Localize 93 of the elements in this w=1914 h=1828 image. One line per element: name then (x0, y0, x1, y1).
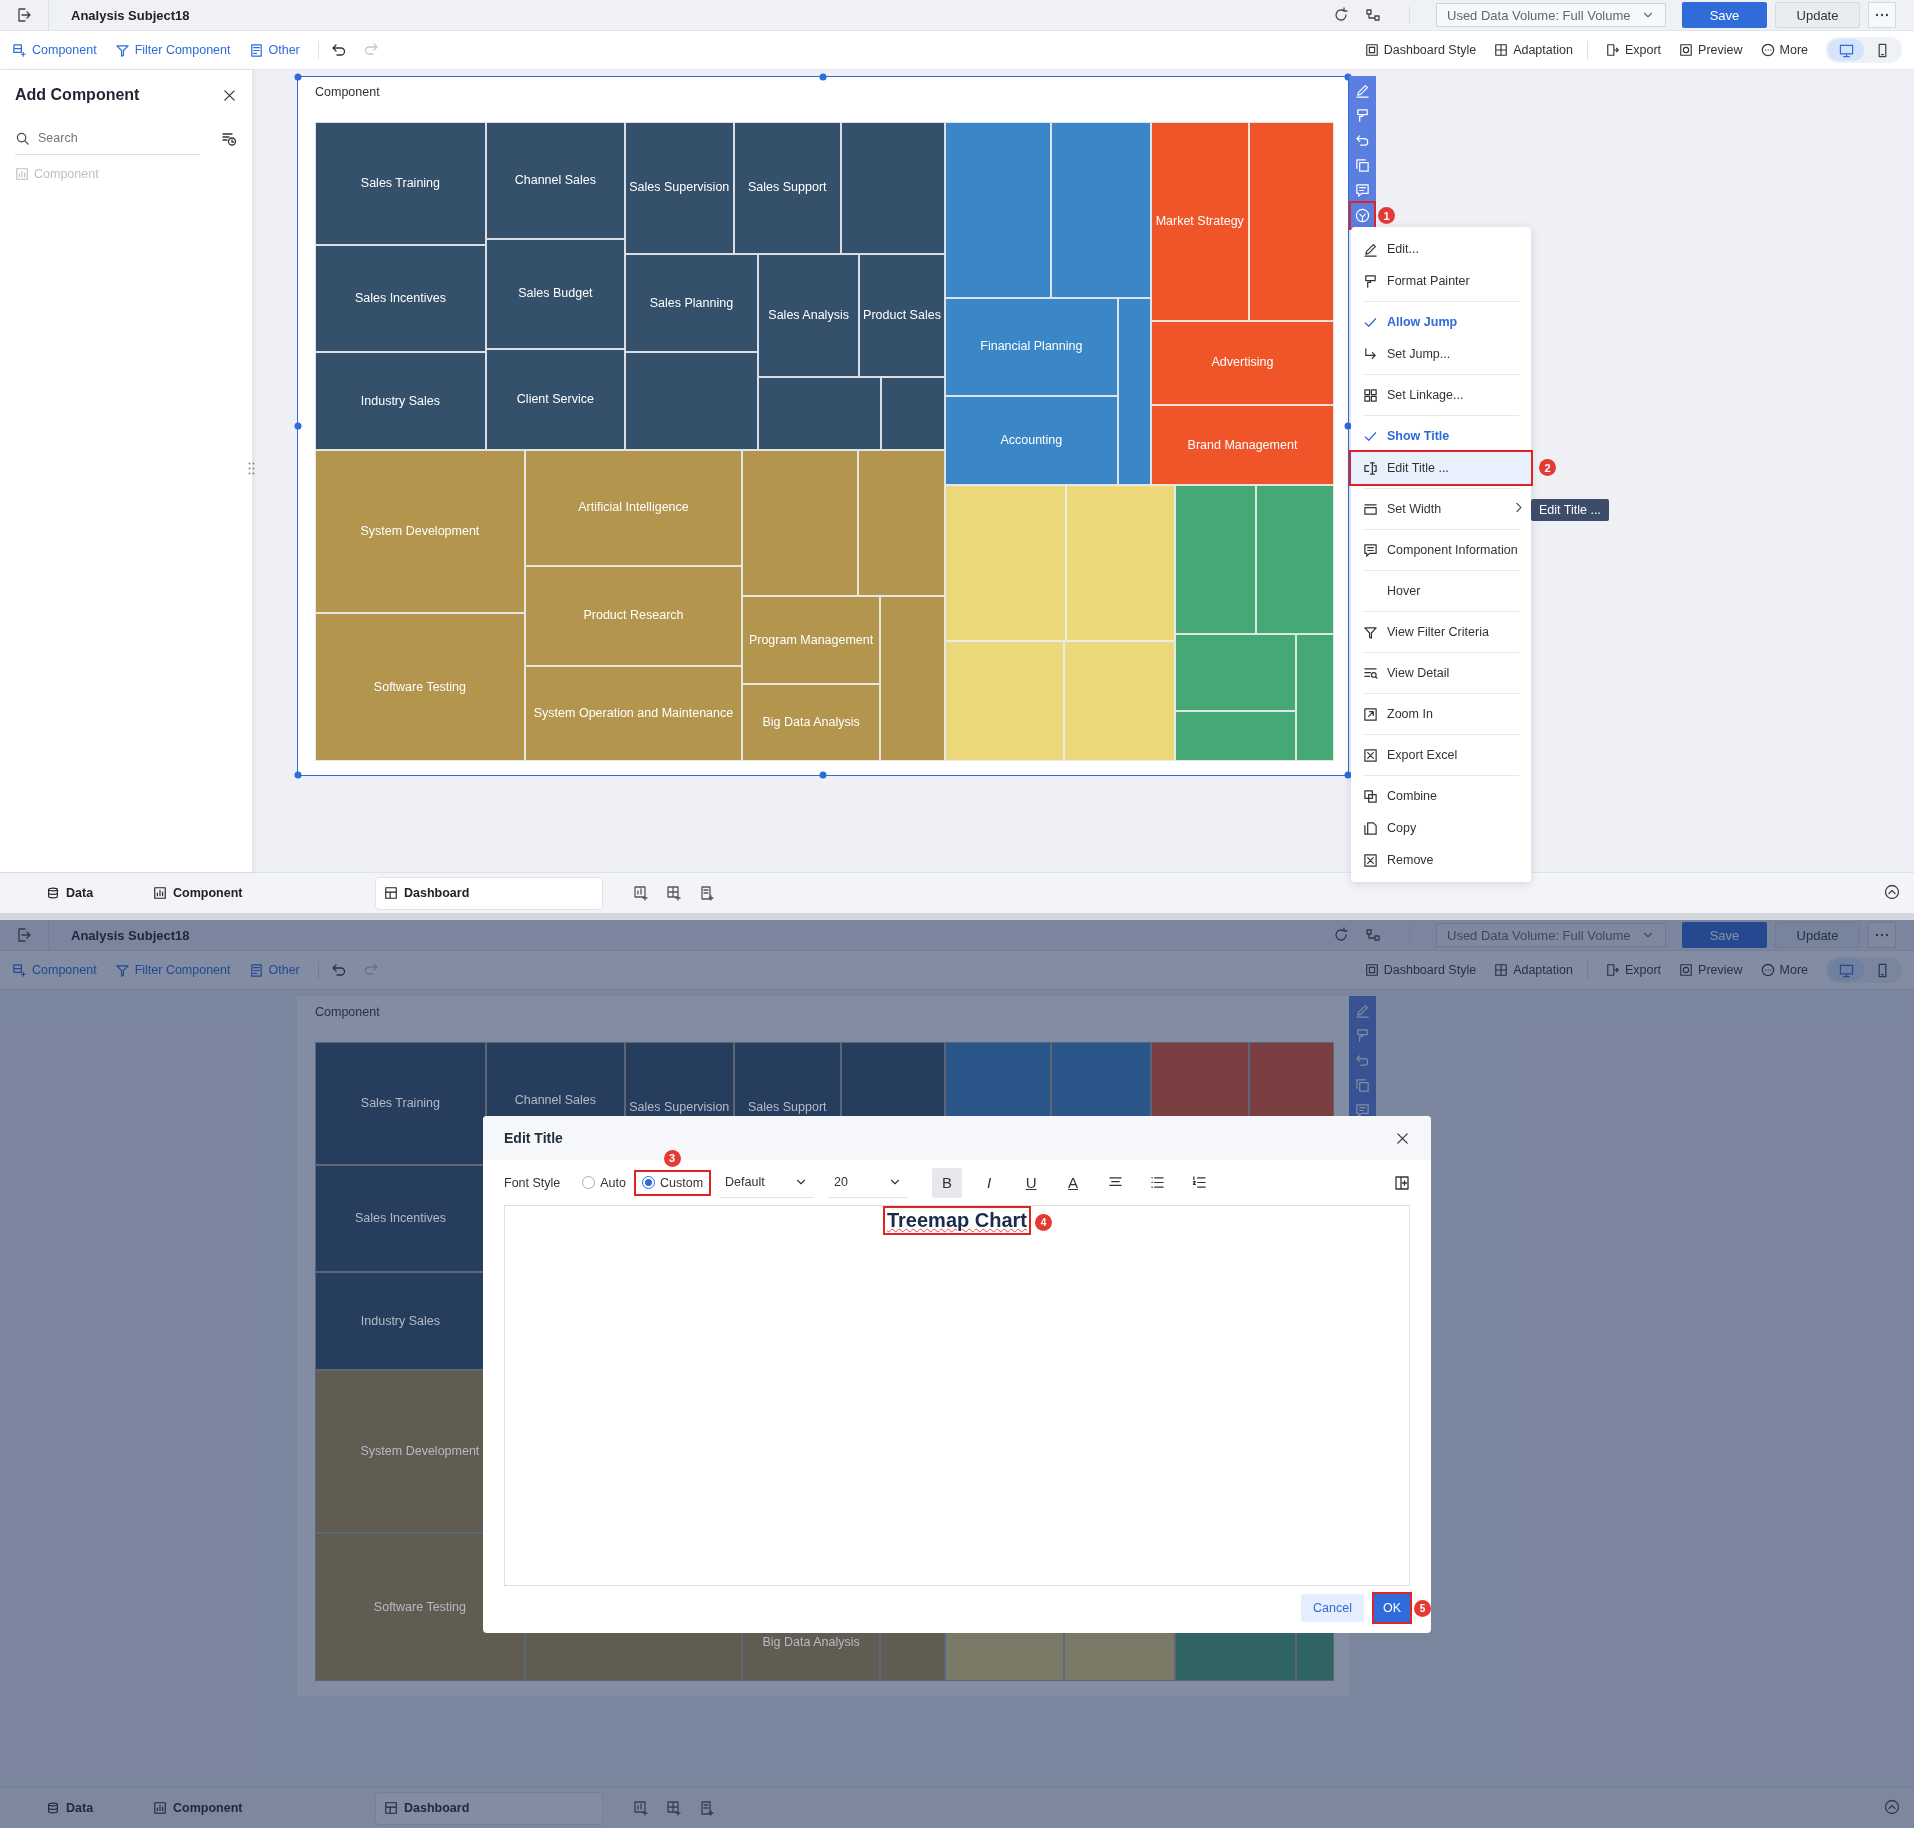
font-dropdown[interactable]: Default (719, 1167, 815, 1198)
tile-label: Artificial Intelligence (578, 500, 689, 516)
tile-label: Big Data Analysis (762, 715, 860, 731)
menu-item[interactable]: View Filter Criteria (1351, 616, 1531, 648)
cancel-button[interactable]: Cancel (1301, 1594, 1364, 1622)
bottom-tab[interactable]: Dashboard (375, 876, 603, 910)
toolbar-button[interactable]: More (1760, 43, 1808, 57)
size-dropdown[interactable]: 20 (828, 1167, 909, 1198)
radio-option[interactable]: Auto (576, 1171, 632, 1194)
tile-label: Client Service (516, 391, 594, 407)
tile-label: Sales Training (360, 1096, 441, 1112)
toolbar-button[interactable]: Filter Component (114, 42, 231, 58)
tile-label: Sales Incentives (354, 291, 446, 307)
toolbar-button[interactable]: Export (1605, 963, 1662, 977)
menu-item[interactable]: View Detail (1351, 657, 1531, 689)
tile-label: Sales Supervision (629, 1100, 730, 1116)
bottom-tab[interactable]: Data (46, 876, 153, 910)
tile-label: Industry Sales (360, 393, 441, 409)
step-badge: 2 (1539, 459, 1556, 476)
bottom-tab[interactable]: Data (46, 1791, 153, 1825)
menu-item[interactable]: Set Jump... (1351, 338, 1531, 370)
bottom-tab[interactable]: Dashboard (375, 1791, 603, 1825)
tile-label: System Operation and Maintenance (533, 705, 734, 721)
toolbar-button[interactable]: Adaptation (1494, 963, 1573, 977)
menu-item[interactable]: Allow Jump (1351, 306, 1531, 338)
menu-item[interactable]: Hover (1351, 575, 1531, 607)
menu-item[interactable]: Combine (1351, 780, 1531, 812)
toolbar-button[interactable]: Preview (1679, 963, 1743, 977)
tile-label: System Development (360, 1444, 480, 1460)
tile-label: Sales Support (748, 180, 827, 196)
format-button[interactable]: U (1016, 1167, 1047, 1198)
toolbar-button[interactable]: More (1760, 963, 1808, 977)
toolbar-button[interactable]: Dashboard Style (1364, 963, 1477, 977)
search-field[interactable]: Search (36, 130, 190, 146)
app-title: Analysis Subject18 (71, 7, 190, 23)
tile-label: Channel Sales (514, 173, 597, 189)
tile-label: Software Testing (373, 1599, 467, 1615)
format-button[interactable]: A (1058, 1167, 1089, 1198)
format-button[interactable]: B (932, 1167, 963, 1198)
menu-item[interactable]: Export Excel (1351, 739, 1531, 771)
toolbar-button[interactable]: Adaptation (1494, 43, 1573, 57)
toolbar-button[interactable]: Preview (1679, 43, 1743, 57)
tile-label: Product Research (583, 608, 684, 624)
tile-label: Financial Planning (980, 339, 1083, 355)
tile-label: Brand Management (1187, 437, 1298, 453)
tile-label: Accounting (1000, 433, 1063, 449)
update-button[interactable]: Update (1775, 922, 1860, 948)
title-editor[interactable]: Treemap Chart 4 (504, 1205, 1410, 1586)
tile-label: Software Testing (373, 679, 467, 695)
menu-item[interactable]: Format Painter (1351, 265, 1531, 297)
app-title: Analysis Subject18 (71, 927, 190, 943)
menu-item[interactable]: Show Title (1351, 420, 1531, 452)
tile-label: Sales Budget (518, 286, 593, 302)
tile-label: System Development (360, 524, 480, 540)
menu-item[interactable]: Set Width (1351, 493, 1531, 525)
menu-item[interactable]: Remove (1351, 844, 1531, 876)
save-button[interactable]: Save (1682, 2, 1767, 28)
toolbar-button[interactable]: Other (248, 42, 300, 58)
bottom-tab[interactable]: Component (153, 1791, 375, 1825)
tile-label: Market Strategy (1155, 213, 1244, 229)
step-badge: 1 (1378, 207, 1395, 224)
tile-label: Sales Incentives (354, 1211, 446, 1227)
field-label: Font Style (504, 1175, 561, 1190)
step-badge: 5 (1414, 1600, 1431, 1617)
tile-label: Product Sales (863, 307, 941, 323)
tile-label: Sales Support (748, 1100, 827, 1116)
menu-item[interactable]: Set Linkage... (1351, 379, 1531, 411)
dialog-title: Edit Title (504, 1130, 563, 1146)
panel-title: Add Component (15, 86, 140, 104)
tile-label: Advertising (1211, 355, 1274, 371)
menu-item[interactable]: Copy (1351, 812, 1531, 844)
tile-label: Sales Supervision (629, 180, 730, 196)
tile-label: Sales Analysis (768, 307, 849, 323)
tooltip: Edit Title ... (1531, 499, 1609, 521)
menu-item[interactable]: Component Information (1351, 534, 1531, 566)
tile-label: Program Management (748, 632, 874, 648)
tile-label: Channel Sales (514, 1093, 597, 1109)
tile-label: Industry Sales (360, 1313, 441, 1329)
toolbar-button[interactable]: Dashboard Style (1364, 43, 1477, 57)
update-button[interactable]: Update (1775, 2, 1860, 28)
toolbar-button[interactable]: Export (1605, 43, 1662, 57)
step-badge: 4 (1035, 1214, 1053, 1231)
tile-label: Big Data Analysis (762, 1635, 860, 1651)
component-title: Component (315, 1005, 380, 1019)
menu-item[interactable]: Edit... (1351, 233, 1531, 265)
tile-label: Sales Planning (649, 295, 734, 311)
toolbar-button[interactable]: Component (12, 42, 97, 58)
data-volume-dropdown[interactable]: Used Data Volume: Full Volume (1436, 3, 1666, 27)
bottom-tab[interactable]: Component (153, 876, 375, 910)
tile-label: Sales Training (360, 176, 441, 192)
component-title: Component (315, 85, 380, 99)
format-button[interactable]: I (974, 1167, 1005, 1198)
menu-item[interactable]: Zoom In (1351, 698, 1531, 730)
